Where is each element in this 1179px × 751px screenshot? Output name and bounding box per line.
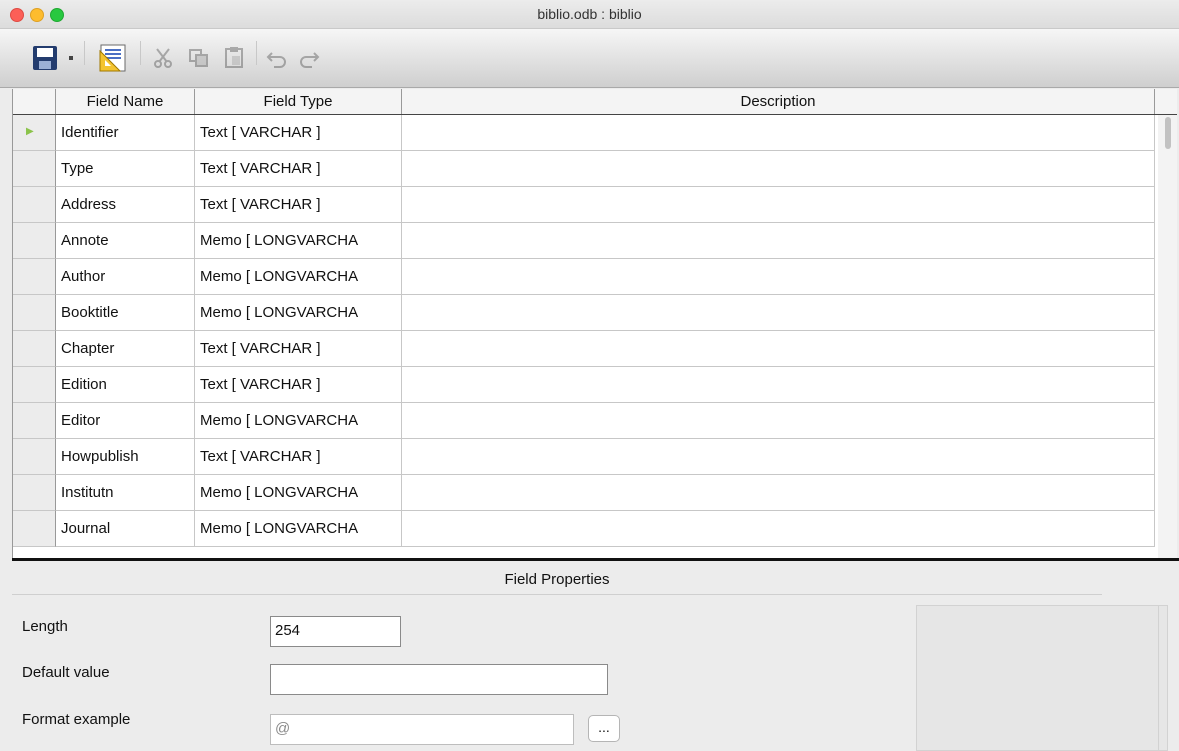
row-selector[interactable]: [13, 511, 56, 547]
description-cell[interactable]: [402, 367, 1155, 403]
field-type-cell[interactable]: Text [ VARCHAR ]: [195, 187, 402, 223]
row-selector[interactable]: [13, 475, 56, 511]
field-type-cell[interactable]: Text [ VARCHAR ]: [195, 115, 402, 151]
table-row[interactable]: Institutn Memo [ LONGVARCHA: [13, 475, 1165, 511]
field-properties-title: Field Properties: [504, 571, 610, 588]
field-name-cell[interactable]: Type: [56, 151, 195, 187]
save-icon[interactable]: [30, 43, 60, 73]
window-left-edge: [0, 89, 12, 751]
field-name-cell[interactable]: Identifier: [56, 115, 195, 151]
description-cell[interactable]: [402, 403, 1155, 439]
row-selector[interactable]: [13, 223, 56, 259]
row-selector[interactable]: [13, 367, 56, 403]
table-row[interactable]: Annote Memo [ LONGVARCHA: [13, 223, 1165, 259]
table-header: Field Name Field Type Description: [13, 89, 1177, 115]
row-selector[interactable]: [13, 259, 56, 295]
table-row[interactable]: ▶ Identifier Text [ VARCHAR ]: [13, 115, 1165, 151]
current-row-indicator-icon: ▶: [26, 126, 34, 137]
field-name-cell[interactable]: Annote: [56, 223, 195, 259]
toolbar-separator: [140, 41, 141, 65]
cut-icon[interactable]: [150, 45, 176, 71]
scrollbar-thumb[interactable]: [1165, 117, 1171, 149]
copy-icon[interactable]: [186, 45, 212, 71]
field-name-cell[interactable]: Institutn: [56, 475, 195, 511]
description-cell[interactable]: [402, 115, 1155, 151]
column-header-field-name[interactable]: Field Name: [56, 89, 195, 114]
table-row[interactable]: Type Text [ VARCHAR ]: [13, 151, 1165, 187]
table-design-icon[interactable]: [96, 41, 130, 75]
row-selector[interactable]: [13, 295, 56, 331]
description-cell[interactable]: [402, 439, 1155, 475]
default-value-label: Default value: [22, 664, 110, 681]
vertical-scrollbar[interactable]: [1158, 115, 1177, 558]
table-row[interactable]: Edition Text [ VARCHAR ]: [13, 367, 1165, 403]
description-cell[interactable]: [402, 475, 1155, 511]
row-selector[interactable]: [13, 403, 56, 439]
column-header-description[interactable]: Description: [402, 89, 1155, 114]
table-row[interactable]: Chapter Text [ VARCHAR ]: [13, 331, 1165, 367]
window-title: biblio.odb : biblio: [537, 6, 642, 22]
description-cell[interactable]: [402, 223, 1155, 259]
field-name-cell[interactable]: Edition: [56, 367, 195, 403]
table-row[interactable]: Howpublish Text [ VARCHAR ]: [13, 439, 1165, 475]
field-name-cell[interactable]: Editor: [56, 403, 195, 439]
table-row[interactable]: Journal Memo [ LONGVARCHA: [13, 511, 1165, 547]
redo-icon[interactable]: [296, 45, 322, 71]
field-type-cell[interactable]: Memo [ LONGVARCHA: [195, 259, 402, 295]
field-table: Field Name Field Type Description ▶ Ident…: [12, 89, 1177, 558]
toolbar-separator: [84, 41, 85, 65]
field-type-cell[interactable]: Memo [ LONGVARCHA: [195, 403, 402, 439]
table-row[interactable]: Editor Memo [ LONGVARCHA: [13, 403, 1165, 439]
row-selector[interactable]: ▶: [13, 115, 56, 151]
field-type-cell[interactable]: Text [ VARCHAR ]: [195, 367, 402, 403]
field-type-cell[interactable]: Memo [ LONGVARCHA: [195, 223, 402, 259]
row-selector[interactable]: [13, 439, 56, 475]
field-type-cell[interactable]: Text [ VARCHAR ]: [195, 331, 402, 367]
description-cell[interactable]: [402, 295, 1155, 331]
toolbar: [0, 29, 1179, 88]
title-bar: biblio.odb : biblio: [0, 0, 1179, 29]
field-name-cell[interactable]: Chapter: [56, 331, 195, 367]
field-type-cell[interactable]: Text [ VARCHAR ]: [195, 439, 402, 475]
row-selector[interactable]: [13, 331, 56, 367]
field-name-cell[interactable]: Author: [56, 259, 195, 295]
length-input[interactable]: 254: [270, 616, 401, 647]
field-type-cell[interactable]: Memo [ LONGVARCHA: [195, 475, 402, 511]
toolbar-separator: [256, 41, 257, 65]
field-type-cell[interactable]: Memo [ LONGVARCHA: [195, 295, 402, 331]
field-name-cell[interactable]: Journal: [56, 511, 195, 547]
column-header-field-type[interactable]: Field Type: [195, 89, 402, 114]
format-options-button[interactable]: ...: [588, 715, 620, 742]
table-row[interactable]: Author Memo [ LONGVARCHA: [13, 259, 1165, 295]
length-label: Length: [22, 618, 68, 635]
format-example-field: @: [270, 714, 574, 745]
field-name-cell[interactable]: Booktitle: [56, 295, 195, 331]
description-cell[interactable]: [402, 331, 1155, 367]
field-name-cell[interactable]: Address: [56, 187, 195, 223]
paste-icon[interactable]: [220, 43, 248, 71]
row-selector[interactable]: [13, 151, 56, 187]
help-text-box: [916, 605, 1168, 751]
description-cell[interactable]: [402, 259, 1155, 295]
description-cell[interactable]: [402, 151, 1155, 187]
row-selector-header: [13, 89, 56, 114]
undo-icon[interactable]: [264, 45, 290, 71]
description-cell[interactable]: [402, 511, 1155, 547]
default-value-input[interactable]: [270, 664, 608, 695]
save-dropdown-arrow-icon[interactable]: [64, 49, 78, 67]
field-type-cell[interactable]: Memo [ LONGVARCHA: [195, 511, 402, 547]
table-row[interactable]: Booktitle Memo [ LONGVARCHA: [13, 295, 1165, 331]
field-type-cell[interactable]: Text [ VARCHAR ]: [195, 151, 402, 187]
format-example-label: Format example: [22, 711, 131, 728]
field-name-cell[interactable]: Howpublish: [56, 439, 195, 475]
field-properties-panel: Field Properties Length 254 Default valu…: [12, 561, 1179, 751]
separator-line: [12, 594, 1102, 595]
table-row[interactable]: Address Text [ VARCHAR ]: [13, 187, 1165, 223]
row-selector[interactable]: [13, 187, 56, 223]
description-cell[interactable]: [402, 187, 1155, 223]
